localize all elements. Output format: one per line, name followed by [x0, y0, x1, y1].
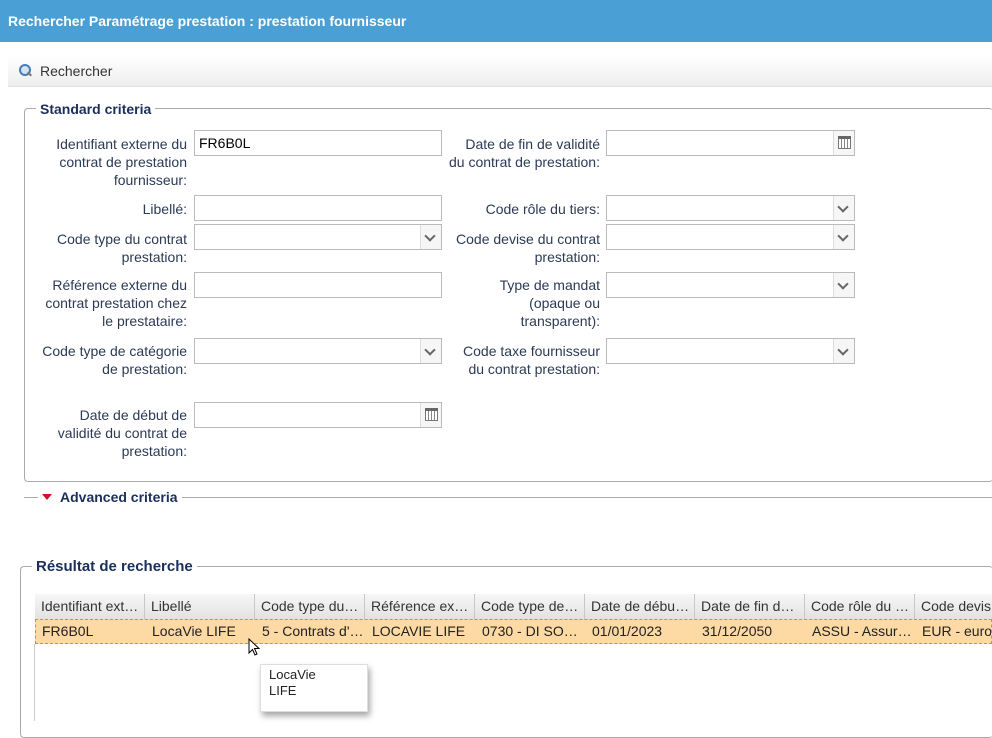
date-fin-label: Date de fin de validité du contrat de pr… [449, 136, 600, 170]
table-cell: 0730 - DI SO… [482, 623, 578, 639]
search-icon [18, 64, 32, 78]
chevron-down-icon[interactable] [833, 273, 854, 297]
ref-externe-label: Référence externe du contrat prestation … [45, 277, 187, 329]
column-header[interactable]: Code type du… [255, 594, 365, 619]
ident-externe-label: Identifiant externe du contrat de presta… [56, 136, 187, 188]
table-cell: LOCAVIE LIFE [372, 623, 466, 639]
chevron-down-icon[interactable] [420, 225, 441, 249]
code-type-contrat-select[interactable] [194, 224, 442, 250]
table-cell: FR6B0L [42, 623, 94, 639]
search-button-label: Rechercher [40, 63, 113, 79]
triangle-down-icon [42, 494, 52, 500]
code-role-tiers-label: Code rôle du tiers: [485, 201, 600, 217]
code-taxe-select[interactable] [606, 338, 855, 364]
window-title: Rechercher Paramétrage prestation : pres… [0, 0, 992, 42]
chevron-down-icon[interactable] [833, 196, 854, 220]
table-cell: ASSU - Assur… [812, 623, 912, 639]
grid-left-border [34, 644, 35, 721]
code-type-categorie-label: Code type de catégorie de prestation: [42, 343, 187, 377]
advanced-criteria-label: Advanced criteria [60, 489, 178, 505]
column-header[interactable]: Code type de… [475, 594, 585, 619]
table-cell: 01/01/2023 [592, 623, 663, 639]
chevron-down-icon[interactable] [833, 225, 854, 249]
column-header[interactable]: Référence ex… [365, 594, 475, 619]
calendar-icon[interactable] [420, 403, 441, 427]
tooltip-line: LIFE [269, 683, 297, 698]
column-header[interactable]: Identifiant ext… [35, 594, 145, 619]
libelle-label: Libellé: [142, 201, 187, 217]
code-devise-label: Code devise du contrat prestation: [456, 231, 600, 265]
code-role-tiers-select[interactable] [606, 195, 855, 221]
type-mandat-select[interactable] [606, 272, 855, 298]
column-header[interactable]: Date de fin d… [695, 594, 805, 619]
column-header[interactable]: Code rôle du … [805, 594, 915, 619]
advanced-criteria-toggle[interactable]: Advanced criteria [38, 488, 182, 506]
cell-tooltip: LocaVie LIFE [260, 664, 368, 712]
code-type-categorie-select[interactable] [194, 338, 442, 364]
code-type-contrat-label: Code type du contrat prestation: [57, 231, 187, 265]
table-row[interactable]: FR6B0L LocaVie LIFE 5 - Contrats d'… LOC… [35, 619, 992, 644]
toolbar: Rechercher [8, 56, 992, 87]
type-mandat-label: Type de mandat (opaque ou transparent): [499, 277, 600, 329]
date-fin-input[interactable] [606, 130, 855, 156]
code-taxe-label: Code taxe fournisseur du contrat prestat… [463, 343, 600, 377]
date-debut-input[interactable] [194, 402, 442, 428]
column-header[interactable]: Code devis [915, 594, 992, 619]
chevron-down-icon[interactable] [833, 339, 854, 363]
standard-criteria-legend: Standard criteria [36, 100, 156, 118]
results-legend: Résultat de recherche [32, 558, 197, 576]
table-cell: LocaVie LIFE [152, 623, 236, 639]
column-header[interactable]: Date de débu… [585, 594, 695, 619]
ref-externe-input[interactable] [194, 272, 442, 298]
libelle-input[interactable] [194, 195, 442, 221]
table-cell: 31/12/2050 [702, 623, 773, 639]
date-debut-label: Date de début de validité du contrat de … [57, 407, 187, 459]
table-cell: EUR - euro [922, 623, 991, 639]
code-devise-select[interactable] [606, 224, 855, 250]
table-cell: 5 - Contrats d'… [262, 623, 364, 639]
tooltip-line: LocaVie [269, 667, 316, 682]
chevron-down-icon[interactable] [420, 339, 441, 363]
results-header-row: Identifiant ext… Libellé Code type du… R… [35, 594, 992, 620]
results-panel [20, 566, 992, 738]
ident-externe-input[interactable] [194, 130, 442, 156]
search-button[interactable]: Rechercher [18, 62, 112, 80]
calendar-icon[interactable] [833, 131, 854, 155]
column-header[interactable]: Libellé [145, 594, 255, 619]
mouse-pointer-icon [248, 638, 261, 656]
